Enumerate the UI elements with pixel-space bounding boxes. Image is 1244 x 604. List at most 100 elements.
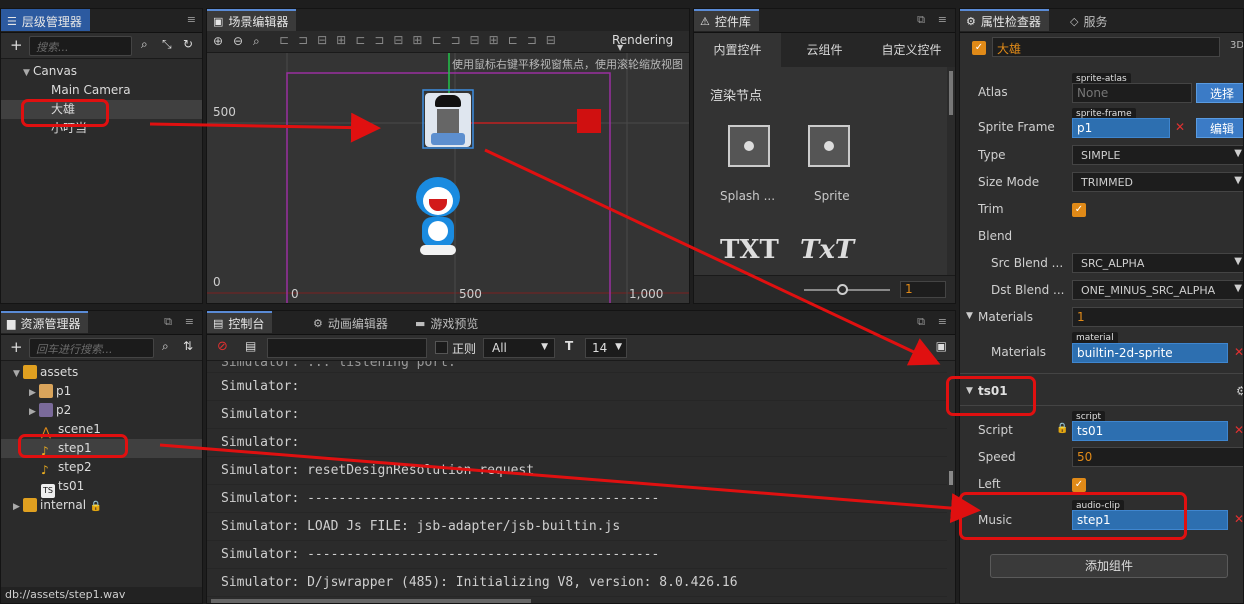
script-field[interactable]: ts01	[1072, 421, 1228, 441]
refresh-icon[interactable]: ↻	[183, 37, 193, 51]
asset-ts01[interactable]: TS ts01	[1, 477, 202, 498]
rendering-dropdown-icon[interactable]: ▼	[617, 43, 623, 52]
log-level-select[interactable]: All ▼	[483, 338, 555, 358]
atlas-field[interactable]: None	[1072, 83, 1192, 103]
component-divider	[960, 373, 1243, 374]
node-name-input[interactable]: 大雄	[992, 37, 1220, 57]
tab-hierarchy[interactable]: ☰ 层级管理器	[1, 9, 90, 31]
panel-maximize-icon[interactable]: ⧉	[917, 315, 925, 329]
splash-widget-icon[interactable]	[728, 125, 770, 167]
component-settings-icon[interactable]: ⚙	[1236, 384, 1243, 398]
font-size-icon: T	[565, 339, 574, 353]
console-filter-input[interactable]	[267, 338, 427, 358]
zoom-out-icon[interactable]: ⊖	[233, 34, 243, 48]
clear-material-icon[interactable]: ✕	[1234, 345, 1243, 359]
dst-blend-label: Dst Blend ...	[991, 283, 1065, 297]
add-icon[interactable]: +	[10, 36, 23, 54]
label-widget-icon[interactable]: TXT	[720, 235, 779, 265]
materials-count-input[interactable]: 1	[1072, 307, 1243, 327]
tab-custom[interactable]: 自定义控件	[868, 33, 955, 67]
panel-menu-icon[interactable]: ≡	[187, 13, 196, 26]
daxiong-sprite[interactable]	[425, 93, 471, 147]
collapse-console-icon[interactable]: ▣	[936, 339, 947, 353]
align-tools-icon[interactable]: ⊏⊐⊟⊞⊏⊐⊟⊞⊏⊐⊟⊞⊏⊐⊟	[279, 33, 565, 47]
add-asset-icon[interactable]: +	[10, 338, 23, 356]
sprite-widget-icon[interactable]	[808, 125, 850, 167]
tab-cloud[interactable]: 云组件	[781, 33, 868, 67]
clear-script-icon[interactable]: ✕	[1234, 423, 1243, 437]
search-icon[interactable]: ⌕	[162, 339, 169, 354]
tab-console[interactable]: ▤ 控制台	[207, 311, 273, 333]
regex-checkbox[interactable]	[435, 341, 448, 354]
clear-music-icon[interactable]: ✕	[1234, 512, 1243, 526]
edit-sprite-button[interactable]: 编辑	[1196, 118, 1243, 138]
materials-caret-icon[interactable]: ▼	[966, 311, 973, 321]
log-line: Simulator: -----------------------------…	[207, 485, 947, 513]
assets-search-input[interactable]: 回车进行搜索...	[29, 338, 154, 358]
select-atlas-button[interactable]: 选择	[1196, 83, 1243, 103]
asset-p1[interactable]: ▶ p1	[1, 382, 202, 401]
texture-icon	[39, 384, 53, 398]
asset-p2[interactable]: ▶ p2	[1, 401, 202, 420]
richtext-widget-icon[interactable]: TxT	[800, 235, 854, 265]
tree-item-main-camera[interactable]: Main Camera	[1, 81, 202, 100]
log-file-icon[interactable]: ▤	[245, 339, 256, 353]
asset-folder-assets[interactable]: ▼ assets	[1, 363, 202, 382]
tab-inspector[interactable]: ⚙ 属性检查器	[960, 9, 1049, 31]
zoom-value-input[interactable]: 1	[900, 281, 946, 298]
size-mode-select[interactable]: TRIMMED ▼	[1072, 172, 1243, 192]
search-icon[interactable]: ⌕	[141, 37, 148, 52]
tab-game-preview[interactable]: ▬ 游戏预览	[409, 311, 486, 333]
log-line: Simulator:	[207, 429, 947, 457]
lock-icon: 🔒	[89, 501, 103, 512]
tab-animation-editor[interactable]: ⚙ 动画编辑器	[307, 311, 396, 333]
material-field[interactable]: builtin-2d-sprite	[1072, 343, 1228, 363]
sprite-frame-field[interactable]: p1	[1072, 118, 1170, 138]
tab-scene-editor[interactable]: ▣ 场景编辑器	[207, 9, 297, 31]
tab-assets[interactable]: ▆ 资源管理器	[1, 311, 89, 333]
sprite-move-handle[interactable]	[437, 109, 459, 133]
zoom-fit-icon[interactable]: ⌕	[253, 34, 260, 49]
src-blend-select[interactable]: SRC_ALPHA ▼	[1072, 253, 1243, 273]
panel-maximize-icon[interactable]: ⧉	[164, 315, 172, 329]
dst-blend-select[interactable]: ONE_MINUS_SRC_ALPHA ▼	[1072, 280, 1243, 300]
hierarchy-panel: ☰ 层级管理器 ≡ + 搜索... ⌕ ⤡ ↻ ▼ Canvas Main Cam…	[0, 8, 203, 304]
chevron-down-icon: ▼	[1234, 256, 1242, 267]
tab-widget-library[interactable]: ⚠ 控件库	[694, 9, 759, 31]
asset-folder-internal[interactable]: ▶ internal 🔒	[1, 496, 202, 515]
type-select[interactable]: SIMPLE ▼	[1072, 145, 1243, 165]
scene-viewport[interactable]: 使用鼠标右键平移视窗焦点，使用滚轮缩放视图 500 0 0 500 1,000	[207, 53, 689, 303]
console-vscrollbar[interactable]	[949, 471, 953, 485]
panel-maximize-icon[interactable]: ⧉	[917, 13, 925, 27]
caret-right-icon[interactable]: ▶	[13, 498, 23, 517]
tab-builtin[interactable]: 内置控件	[694, 33, 781, 67]
widget-scrollbar[interactable]	[949, 71, 953, 115]
add-component-button[interactable]: 添加组件	[990, 554, 1228, 578]
panel-menu-icon[interactable]: ≡	[938, 315, 947, 328]
collapse-icon[interactable]: ⤡	[162, 37, 172, 52]
sort-icon[interactable]: ⇅	[183, 339, 193, 353]
tab-service[interactable]: ◇ 服务	[1064, 9, 1115, 31]
asset-step2[interactable]: ♪ step2	[1, 458, 202, 477]
panel-menu-icon[interactable]: ≡	[938, 13, 947, 26]
clear-icon[interactable]: ⊘	[217, 339, 228, 354]
render-nodes-title: 渲染节点	[710, 89, 763, 104]
left-checkbox[interactable]: ✓	[1072, 478, 1086, 492]
widget-tabs: 内置控件 云组件 自定义控件	[694, 33, 955, 67]
console-hscrollbar[interactable]	[211, 599, 531, 603]
widget-library-panel: ⚠ 控件库 ⧉ ≡ 内置控件 云组件 自定义控件 渲染节点 Splash ...…	[693, 8, 956, 304]
speed-input[interactable]: 50	[1072, 447, 1243, 467]
font-size-select[interactable]: 14 ▼	[585, 338, 627, 358]
doraemon-sprite[interactable]	[412, 177, 464, 259]
zoom-slider-handle[interactable]	[837, 284, 848, 295]
console-log[interactable]: Simulator: ... listening port. Simulator…	[207, 361, 947, 597]
panel-menu-icon[interactable]: ≡	[185, 315, 194, 328]
clear-sprite-frame-icon[interactable]: ✕	[1175, 120, 1185, 134]
scene-title: 场景编辑器	[228, 14, 289, 29]
tree-item-canvas[interactable]: ▼ Canvas	[1, 62, 202, 81]
trim-checkbox[interactable]: ✓	[1072, 203, 1086, 217]
hierarchy-search-input[interactable]: 搜索...	[29, 36, 132, 56]
node-active-checkbox[interactable]: ✓	[972, 41, 986, 55]
zoom-in-icon[interactable]: ⊕	[213, 34, 223, 48]
mode-3d-toggle[interactable]: 3D	[1230, 40, 1243, 51]
